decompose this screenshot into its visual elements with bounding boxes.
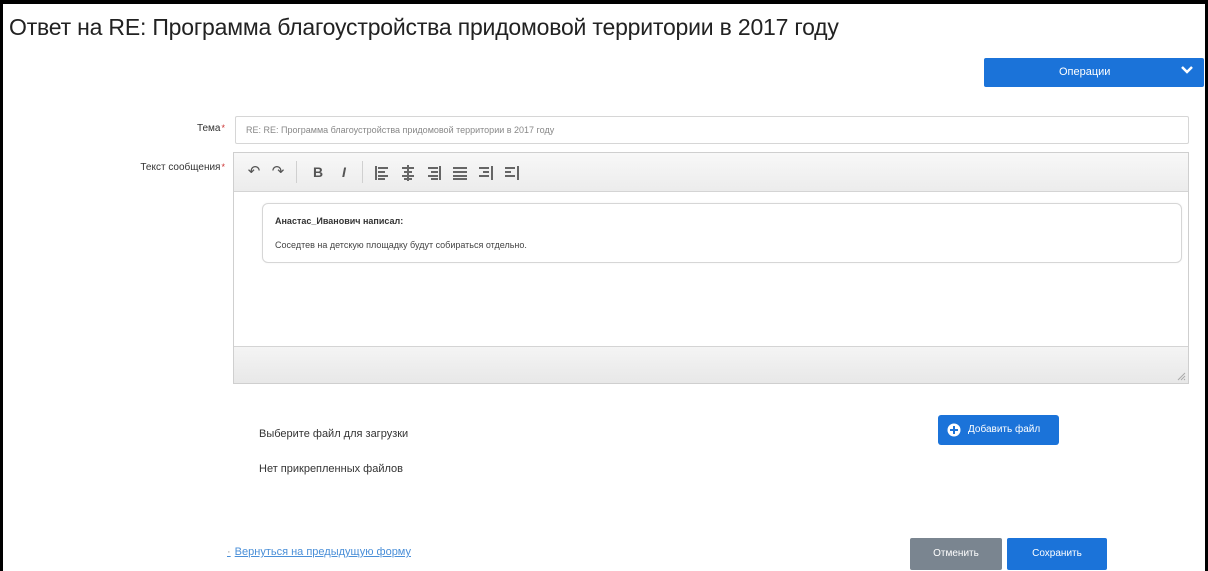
required-mark: *	[221, 123, 225, 133]
quote-author: Анастас_Иванович написал:	[275, 216, 404, 226]
align-left-icon[interactable]	[374, 165, 390, 181]
add-file-button[interactable]: Добавить файл	[938, 415, 1059, 445]
operations-dropdown-button[interactable]: Операции	[984, 58, 1204, 87]
save-button[interactable]: Сохранить	[1007, 538, 1107, 570]
page-title: Ответ на RE: Программа благоустройства п…	[9, 14, 839, 40]
required-mark: *	[221, 162, 225, 172]
toolbar-divider	[362, 161, 363, 183]
back-link[interactable]: · Вернуться на предыдущую форму	[227, 546, 411, 558]
outdent-icon[interactable]	[504, 165, 520, 181]
back-link-text[interactable]: Вернуться на предыдущую форму	[235, 546, 411, 558]
add-file-label: Добавить файл	[968, 424, 1041, 435]
italic-button[interactable]: I	[334, 163, 354, 181]
cancel-button[interactable]: Отменить	[910, 538, 1002, 570]
align-center-icon[interactable]	[400, 165, 416, 181]
redo-button[interactable]: ↷	[268, 163, 288, 181]
subject-label: Тема*	[153, 123, 225, 134]
chevron-down-icon	[1181, 66, 1193, 74]
window-frame: Ответ на RE: Программа благоустройства п…	[0, 0, 1208, 571]
subject-label-text: Тема	[196, 123, 221, 134]
resize-grip-icon[interactable]	[1176, 371, 1186, 381]
toolbar-divider	[296, 161, 297, 183]
editor-toolbar: ↶ ↷ B I	[234, 153, 1188, 192]
editor-statusbar	[234, 346, 1188, 383]
subject-input[interactable]	[235, 116, 1189, 144]
message-editor[interactable]: ↶ ↷ B I Анастас_Иванович написал: Соседт…	[233, 152, 1189, 384]
bold-button[interactable]: B	[308, 163, 328, 181]
choose-file-label: Выберите файл для загрузки	[259, 428, 409, 440]
align-justify-icon[interactable]	[452, 165, 468, 181]
quote-text: Соседтев на детскую площадку будут собир…	[275, 240, 527, 250]
plus-circle-icon	[947, 423, 961, 437]
align-right-icon[interactable]	[426, 165, 442, 181]
no-files-label: Нет прикрепленных файлов	[259, 463, 403, 475]
indent-icon[interactable]	[478, 165, 494, 181]
bullet-icon: ·	[227, 546, 231, 558]
operations-label: Операции	[1059, 66, 1111, 78]
undo-button[interactable]: ↶	[244, 163, 264, 181]
message-label-text: Текст сообщения	[140, 162, 221, 173]
quote-block: Анастас_Иванович написал: Соседтев на де…	[262, 203, 1182, 263]
message-label: Текст сообщения*	[103, 162, 225, 173]
